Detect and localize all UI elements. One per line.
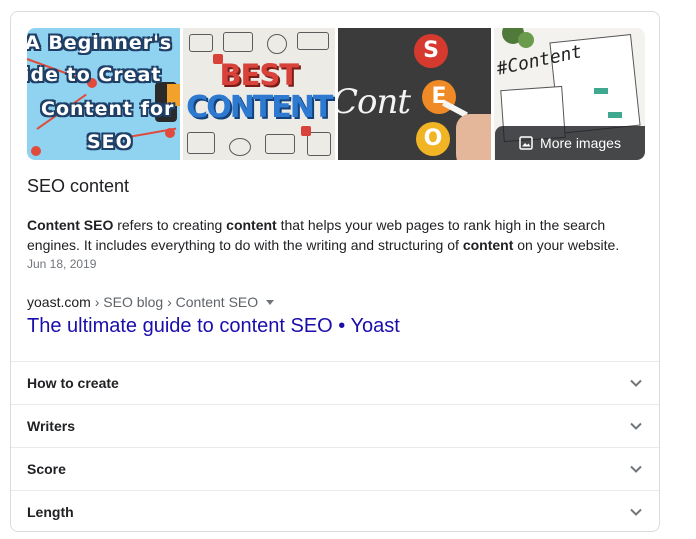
image-icon	[519, 136, 533, 150]
breadcrumb-separator: ›	[163, 294, 176, 310]
image-caption-line: Content for	[41, 98, 175, 120]
doodle	[186, 132, 215, 154]
accordion-label: Writers	[27, 418, 75, 434]
accordion-label: Length	[27, 504, 74, 520]
doodle	[222, 32, 253, 52]
green-marker	[607, 112, 622, 118]
more-images-label: More images	[540, 135, 621, 151]
image-beginners-guide[interactable]: A Beginner's ide to Creat Content for SE…	[27, 28, 180, 160]
snippet-text: refers to creating	[113, 217, 227, 233]
result-heading: SEO content	[27, 176, 130, 196]
caret-down-icon[interactable]	[266, 299, 275, 305]
accordion-score[interactable]: Score	[11, 447, 659, 490]
accordion-label: Score	[27, 461, 66, 477]
image-seo-letters[interactable]: S E O Cont	[338, 28, 491, 160]
image-best-content[interactable]: BEST CONTENT	[182, 28, 335, 160]
snippet-date: Jun 18, 2019	[27, 257, 97, 271]
image-strip: A Beginner's ide to Creat Content for SE…	[27, 28, 645, 160]
image-caption-content: CONTENT	[186, 90, 333, 125]
chevron-down-icon	[630, 379, 642, 387]
more-images-button[interactable]: More images	[495, 126, 645, 160]
knowledge-card: A Beginner's ide to Creat Content for SE…	[10, 11, 660, 532]
snippet-text: on your website.	[513, 237, 620, 253]
snippet-bold: Content SEO	[27, 217, 114, 233]
accordion-writers[interactable]: Writers	[11, 404, 659, 447]
breadcrumb-host: yoast.com	[27, 294, 91, 310]
image-caption-best: BEST	[219, 58, 299, 92]
doodle	[188, 34, 213, 52]
doodle	[296, 32, 329, 50]
image-caption-line: SEO	[87, 131, 133, 153]
image-caption-cont: Cont	[338, 82, 411, 122]
image-caption-line: A Beginner's	[27, 32, 173, 54]
result-title-link[interactable]: The ultimate guide to content SEO • Yoas…	[27, 315, 400, 338]
network-dot	[31, 146, 41, 156]
doodle	[228, 138, 251, 156]
snippet-bold: content	[462, 237, 514, 253]
chevron-down-icon	[630, 465, 642, 473]
green-marker	[593, 88, 608, 94]
chevron-down-icon	[630, 422, 642, 430]
red-accent	[300, 126, 311, 136]
image-caption-line: ide to Creat	[27, 64, 162, 86]
seo-letter-o: O	[416, 122, 450, 156]
doodle	[264, 134, 295, 154]
chevron-down-icon	[630, 508, 642, 516]
featured-snippet: Content SEO refers to creating content t…	[27, 215, 639, 255]
doodle	[266, 34, 287, 54]
breadcrumb-item: SEO blog	[103, 294, 164, 310]
accordion-length[interactable]: Length	[11, 490, 659, 531]
snippet-bold: content	[226, 217, 277, 233]
hand	[456, 114, 491, 160]
plant	[517, 32, 534, 48]
accordion-how-to-create[interactable]: How to create	[11, 361, 659, 404]
accordion-label: How to create	[27, 375, 119, 391]
breadcrumb-separator: ›	[90, 294, 104, 310]
seo-letter-s: S	[414, 34, 448, 68]
breadcrumb: yoast.com › SEO blog › Content SEO	[27, 294, 275, 310]
breadcrumb-item: Content SEO	[175, 294, 259, 310]
